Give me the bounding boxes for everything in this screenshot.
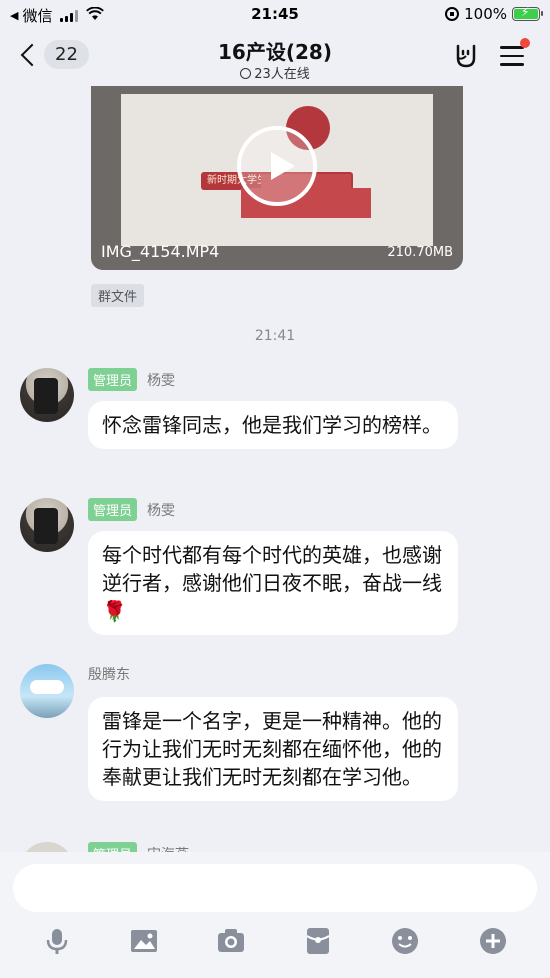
group-file-tag[interactable]: 群文件: [91, 284, 145, 307]
menu-button[interactable]: [500, 38, 530, 66]
image-icon[interactable]: [129, 926, 159, 956]
message-input[interactable]: [13, 864, 537, 912]
plus-icon[interactable]: [478, 926, 508, 956]
sender-name: 杨雯: [147, 372, 176, 389]
video-size: 210.70MB: [387, 245, 453, 260]
avatar[interactable]: [20, 842, 74, 852]
mic-icon[interactable]: [42, 926, 72, 956]
chat-header: 22 16产设(28) 23人在线: [0, 30, 550, 86]
sender-name: 杨雯: [147, 502, 176, 519]
online-icon: [240, 68, 252, 79]
avatar[interactable]: [20, 498, 74, 552]
avatar[interactable]: [20, 368, 74, 422]
notification-dot: [520, 38, 530, 48]
message-meta: 管理员 宋海燕: [88, 842, 189, 852]
red-packet-icon[interactable]: [303, 926, 333, 956]
input-bar: [0, 852, 550, 978]
message-bubble[interactable]: 雷锋是一个名字，更是一种精神。他的行为让我们无时无刻都在缅怀他，他的奉献更让我们…: [88, 697, 458, 801]
rock-hand-icon[interactable]: [452, 42, 480, 70]
chat-area[interactable]: 新时期大学生如何传承雷锋精神 IMG_4154.MP4 210.70MB 群文件…: [0, 86, 550, 852]
admin-badge: 管理员: [88, 368, 138, 391]
orientation-lock-icon: [445, 7, 460, 21]
emoji-icon[interactable]: [390, 926, 420, 956]
camera-icon[interactable]: [216, 926, 246, 956]
status-bar: ◀ 微信 21:45 100% ⚡: [0, 0, 550, 30]
status-right: 100% ⚡: [445, 5, 543, 23]
message-bubble[interactable]: 每个时代都有每个时代的英雄，也感谢逆行者，感谢他们日夜不眠，奋战一线🌹: [88, 531, 458, 635]
message-bubble[interactable]: 怀念雷锋同志，他是我们学习的榜样。: [88, 401, 458, 449]
video-message[interactable]: 新时期大学生如何传承雷锋精神 IMG_4154.MP4 210.70MB: [91, 86, 463, 270]
message-meta: 管理员 杨雯: [88, 498, 175, 521]
message-meta: 管理员 杨雯: [88, 368, 175, 391]
battery-icon: ⚡: [512, 5, 543, 21]
admin-badge: 管理员: [88, 498, 138, 521]
play-icon[interactable]: [237, 126, 317, 206]
online-count-label: 23人在线: [254, 67, 310, 82]
sender-name: 殷腾东: [88, 667, 130, 683]
battery-percent: 100%: [464, 5, 507, 23]
sender-name: 宋海燕: [147, 844, 189, 853]
input-toolbar: [0, 926, 550, 962]
admin-badge: 管理员: [88, 842, 138, 852]
message-timestamp: 21:41: [254, 328, 296, 344]
video-filename: IMG_4154.MP4: [101, 242, 220, 261]
avatar[interactable]: [20, 664, 74, 718]
message-meta: 殷腾东: [88, 664, 130, 684]
